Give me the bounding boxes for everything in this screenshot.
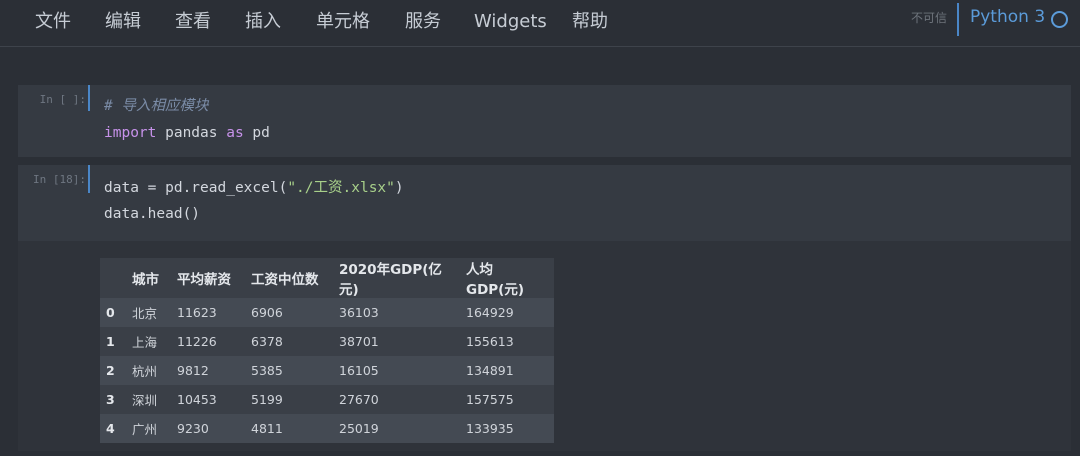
- table-cell: 155613: [466, 334, 514, 349]
- menu-file[interactable]: 文件: [35, 9, 71, 35]
- menu-kernel[interactable]: 服务: [405, 9, 441, 35]
- menu-bar: 文件 编辑 查看 插入 单元格 服务 Widgets 帮助 不可信 Python…: [0, 0, 1080, 47]
- input-prompt: In [ ]:: [39, 93, 86, 106]
- table-cell: 164929: [466, 305, 514, 320]
- cell-edge-indicator: [88, 85, 90, 111]
- table-cell: 9812: [177, 363, 209, 378]
- table-row: 0 北京 11623 6906 36103 164929: [100, 298, 554, 327]
- table-cell: 11226: [177, 334, 217, 349]
- column-header: 平均薪资: [177, 272, 231, 288]
- menu-widgets[interactable]: Widgets: [474, 9, 547, 35]
- input-prompt: In [18]:: [33, 173, 86, 186]
- menu-view[interactable]: 查看: [175, 9, 211, 35]
- table-header-row: 城市 平均薪资 工资中位数 2020年GDP(亿元) 人均GDP(元): [100, 258, 554, 298]
- table-cell: 5199: [251, 392, 283, 407]
- dataframe-table: 城市 平均薪资 工资中位数 2020年GDP(亿元) 人均GDP(元) 0 北京…: [100, 258, 554, 443]
- column-header: 2020年GDP(亿元): [339, 262, 442, 298]
- table-cell: 134891: [466, 363, 514, 378]
- table-cell: 157575: [466, 392, 514, 407]
- table-row: 3 深圳 10453 5199 27670 157575: [100, 385, 554, 414]
- cell-edge-indicator: [88, 165, 90, 193]
- table-cell: 6906: [251, 305, 283, 320]
- table-cell: 6378: [251, 334, 283, 349]
- code-line[interactable]: import pandas as pd: [104, 120, 270, 147]
- table-row: 4 广州 9230 4811 25019 133935: [100, 414, 554, 443]
- code-text: pandas: [156, 125, 227, 141]
- table-cell: 133935: [466, 421, 514, 436]
- menu-cell[interactable]: 单元格: [316, 9, 370, 35]
- row-index: 1: [106, 334, 115, 349]
- menu-insert[interactable]: 插入: [245, 9, 281, 35]
- code-keyword: as: [226, 125, 244, 141]
- table-cell: 深圳: [132, 393, 158, 408]
- column-header: 人均GDP(元): [466, 262, 525, 298]
- table-cell: 25019: [339, 421, 379, 436]
- menu-help[interactable]: 帮助: [572, 9, 608, 35]
- row-index: 4: [106, 421, 115, 436]
- column-header: 工资中位数: [251, 272, 319, 288]
- kernel-name[interactable]: Python 3: [970, 7, 1045, 27]
- column-header: 城市: [132, 272, 159, 288]
- column-header: [100, 258, 126, 298]
- table-cell: 4811: [251, 421, 283, 436]
- cell-output: 城市 平均薪资 工资中位数 2020年GDP(亿元) 人均GDP(元) 0 北京…: [18, 241, 1071, 451]
- table-cell: 北京: [132, 306, 158, 321]
- code-text: pd: [243, 125, 270, 141]
- code-comment: # 导入相应模块: [104, 98, 209, 114]
- table-cell: 38701: [339, 334, 379, 349]
- code-cell[interactable]: In [ ]: # 导入相应模块 import pandas as pd: [18, 85, 1071, 157]
- code-text: data = pd.read_excel(: [104, 180, 288, 196]
- code-line[interactable]: # 导入相应模块: [104, 93, 208, 120]
- code-string: "./工资.xlsx": [287, 180, 395, 196]
- table-cell: 11623: [177, 305, 217, 320]
- notebook-container: In [ ]: # 导入相应模块 import pandas as pd In …: [0, 47, 1080, 456]
- kernel-divider: [957, 3, 959, 36]
- table-row: 1 上海 11226 6378 38701 155613: [100, 327, 554, 356]
- table-cell: 上海: [132, 335, 158, 350]
- row-index: 0: [106, 305, 115, 320]
- kernel-idle-icon: [1051, 11, 1068, 28]
- table-cell: 10453: [177, 392, 217, 407]
- table-cell: 杭州: [132, 364, 158, 379]
- trust-status[interactable]: 不可信: [911, 9, 947, 26]
- code-text: data.head(): [104, 206, 201, 222]
- table-cell: 16105: [339, 363, 379, 378]
- table-cell: 5385: [251, 363, 283, 378]
- code-keyword: import: [104, 125, 157, 141]
- code-line[interactable]: data = pd.read_excel("./工资.xlsx"): [104, 175, 404, 202]
- table-cell: 广州: [132, 422, 158, 437]
- table-row: 2 杭州 9812 5385 16105 134891: [100, 356, 554, 385]
- code-line[interactable]: data.head(): [104, 201, 200, 228]
- table-cell: 9230: [177, 421, 209, 436]
- code-cell[interactable]: In [18]: data = pd.read_excel("./工资.xlsx…: [18, 165, 1071, 451]
- table-cell: 27670: [339, 392, 379, 407]
- row-index: 3: [106, 392, 115, 407]
- menu-edit[interactable]: 编辑: [105, 9, 141, 35]
- code-text: ): [394, 180, 404, 196]
- row-index: 2: [106, 363, 115, 378]
- table-cell: 36103: [339, 305, 379, 320]
